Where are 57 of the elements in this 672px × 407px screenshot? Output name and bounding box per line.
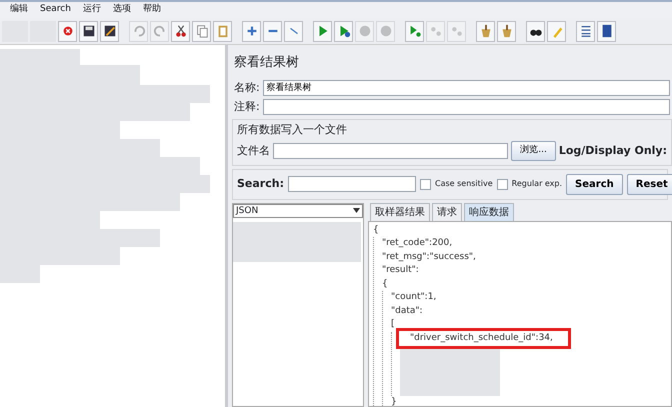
list-icon <box>578 24 592 38</box>
filename-field[interactable] <box>273 142 508 159</box>
code-line: { <box>382 278 388 290</box>
checkbox[interactable] <box>496 178 508 190</box>
nodes-icon <box>428 24 442 38</box>
code-line: "data": <box>391 304 423 318</box>
group-title: 所有数据写入一个文件 <box>237 122 348 138</box>
toolbar-button[interactable] <box>100 20 119 42</box>
field-label: 注释: <box>234 99 260 115</box>
stop-icon <box>378 24 392 38</box>
code-line: [ <box>391 318 395 331</box>
comments-field[interactable] <box>262 99 670 116</box>
clipboard-icon <box>216 24 230 38</box>
menu-item[interactable]: 编辑 <box>10 3 28 17</box>
browse-button[interactable]: 浏览... <box>511 141 556 160</box>
copy-icon <box>194 24 208 38</box>
panel-title: 察看结果树 <box>233 54 300 72</box>
code-line: "ret_msg":"success", <box>382 250 476 264</box>
menu-item[interactable]: 选项 <box>112 3 131 17</box>
scissors-icon <box>174 24 188 38</box>
menu-item[interactable]: Search <box>40 3 71 17</box>
code-line: "result": <box>382 264 419 277</box>
name-field[interactable]: 察看结果树 <box>262 80 670 96</box>
save-as-icon <box>102 24 116 38</box>
search-panel-button[interactable]: Reset <box>626 174 672 194</box>
stop-icon <box>358 24 372 38</box>
tab[interactable]: 请求 <box>432 202 462 220</box>
field-label: Log/Display Only: <box>558 142 667 158</box>
toolbar-button[interactable] <box>79 20 98 42</box>
field-label: 名称: <box>234 80 260 96</box>
checkbox-label: Regular exp. <box>512 178 562 190</box>
toolbar-button[interactable] <box>597 20 616 42</box>
menu-item[interactable]: 运行 <box>82 3 101 17</box>
checkbox-label: Case sensitive <box>434 178 493 190</box>
close-icon <box>60 24 74 38</box>
code-line: { <box>373 224 379 236</box>
undo-icon <box>132 24 146 38</box>
caret-icon <box>353 208 360 213</box>
redo-icon <box>152 24 166 38</box>
save-icon <box>82 24 96 38</box>
renderer-dropdown[interactable]: JSON <box>233 204 363 218</box>
nodes-icon <box>450 24 464 38</box>
remote-start-icon <box>408 24 422 38</box>
field-label: Search: <box>237 176 284 192</box>
search-field[interactable] <box>288 176 416 192</box>
checkbox[interactable] <box>420 178 431 190</box>
field-label: 文件名 <box>237 142 270 158</box>
toolbar-button[interactable] <box>171 20 190 42</box>
menu-item[interactable]: 帮助 <box>142 3 161 17</box>
code-line: "ret_code":200, <box>382 237 452 250</box>
tab[interactable]: 响应数据 <box>464 202 514 220</box>
tab[interactable]: 取样器结果 <box>370 202 430 220</box>
search-panel-button[interactable]: Search <box>566 174 623 194</box>
code-line: "count":1, <box>391 291 436 304</box>
code-line: } <box>391 396 397 406</box>
plus-icon <box>244 24 258 38</box>
toolbar-button[interactable] <box>526 20 545 42</box>
